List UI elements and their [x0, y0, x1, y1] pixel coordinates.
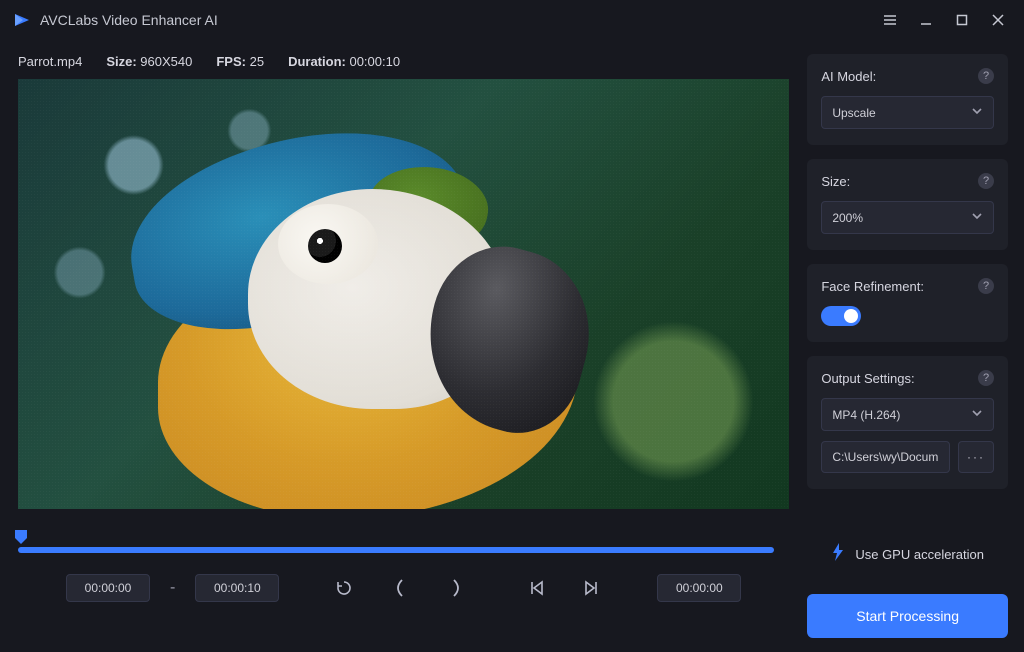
progress-bar[interactable]: [18, 547, 774, 553]
main-column: Parrot.mp4 Size: 960X540 FPS: 25 Duratio…: [0, 40, 807, 652]
meta-size: Size: 960X540: [106, 54, 192, 69]
chevron-down-icon: [971, 210, 983, 225]
prev-frame-button[interactable]: [521, 573, 551, 603]
ai-model-label: AI Model:: [821, 69, 876, 84]
gpu-label: Use GPU acceleration: [855, 547, 984, 562]
maximize-button[interactable]: [944, 0, 980, 40]
title-bar: AVCLabs Video Enhancer AI: [0, 0, 1024, 40]
trim-dash: -: [170, 579, 175, 597]
panel-ai-model: AI Model: ? Upscale: [807, 54, 1008, 145]
controls-row: 00:00:00 - 00:00:10: [18, 573, 789, 603]
bracket-close-icon[interactable]: [441, 573, 471, 603]
video-preview[interactable]: [18, 79, 789, 509]
panel-output-settings: Output Settings: ? MP4 (H.264) C:\Users\…: [807, 356, 1008, 489]
output-path-field[interactable]: C:\Users\wy\Docum: [821, 441, 950, 473]
current-time[interactable]: 00:00:00: [657, 574, 741, 602]
size-label: Size:: [821, 174, 850, 189]
hamburger-menu-button[interactable]: [872, 0, 908, 40]
panel-size: Size: ? 200%: [807, 159, 1008, 250]
start-processing-button[interactable]: Start Processing: [807, 594, 1008, 638]
ai-model-select[interactable]: Upscale: [821, 96, 994, 129]
panel-face-refinement: Face Refinement: ?: [807, 264, 1008, 342]
face-refinement-label: Face Refinement:: [821, 279, 924, 294]
sidebar: AI Model: ? Upscale Size: ? 200%: [807, 40, 1024, 652]
chevron-down-icon: [971, 407, 983, 422]
chevron-down-icon: [971, 105, 983, 120]
next-frame-button[interactable]: [577, 573, 607, 603]
bolt-icon: [831, 543, 845, 566]
gpu-acceleration-row[interactable]: Use GPU acceleration: [807, 537, 1008, 568]
app-logo: AVCLabs Video Enhancer AI: [12, 10, 218, 30]
help-icon[interactable]: ?: [978, 68, 994, 84]
browse-path-button[interactable]: ···: [958, 441, 994, 473]
meta-duration: Duration: 00:00:10: [288, 54, 400, 69]
trim-start-time[interactable]: 00:00:00: [66, 574, 150, 602]
output-settings-label: Output Settings:: [821, 371, 914, 386]
meta-filename: Parrot.mp4: [18, 54, 82, 69]
close-button[interactable]: [980, 0, 1016, 40]
help-icon[interactable]: ?: [978, 278, 994, 294]
timeline: [18, 509, 789, 553]
trim-end-time[interactable]: 00:00:10: [195, 574, 279, 602]
app-title: AVCLabs Video Enhancer AI: [40, 12, 218, 28]
size-select[interactable]: 200%: [821, 201, 994, 234]
trim-start-marker-icon[interactable]: [14, 529, 28, 545]
minimize-button[interactable]: [908, 0, 944, 40]
bracket-open-icon[interactable]: [385, 573, 415, 603]
video-meta-row: Parrot.mp4 Size: 960X540 FPS: 25 Duratio…: [18, 54, 789, 69]
help-icon[interactable]: ?: [978, 370, 994, 386]
reset-button[interactable]: [329, 573, 359, 603]
logo-icon: [12, 10, 32, 30]
meta-fps: FPS: 25: [216, 54, 264, 69]
help-icon[interactable]: ?: [978, 173, 994, 189]
output-format-select[interactable]: MP4 (H.264): [821, 398, 994, 431]
face-refinement-toggle[interactable]: [821, 306, 861, 326]
